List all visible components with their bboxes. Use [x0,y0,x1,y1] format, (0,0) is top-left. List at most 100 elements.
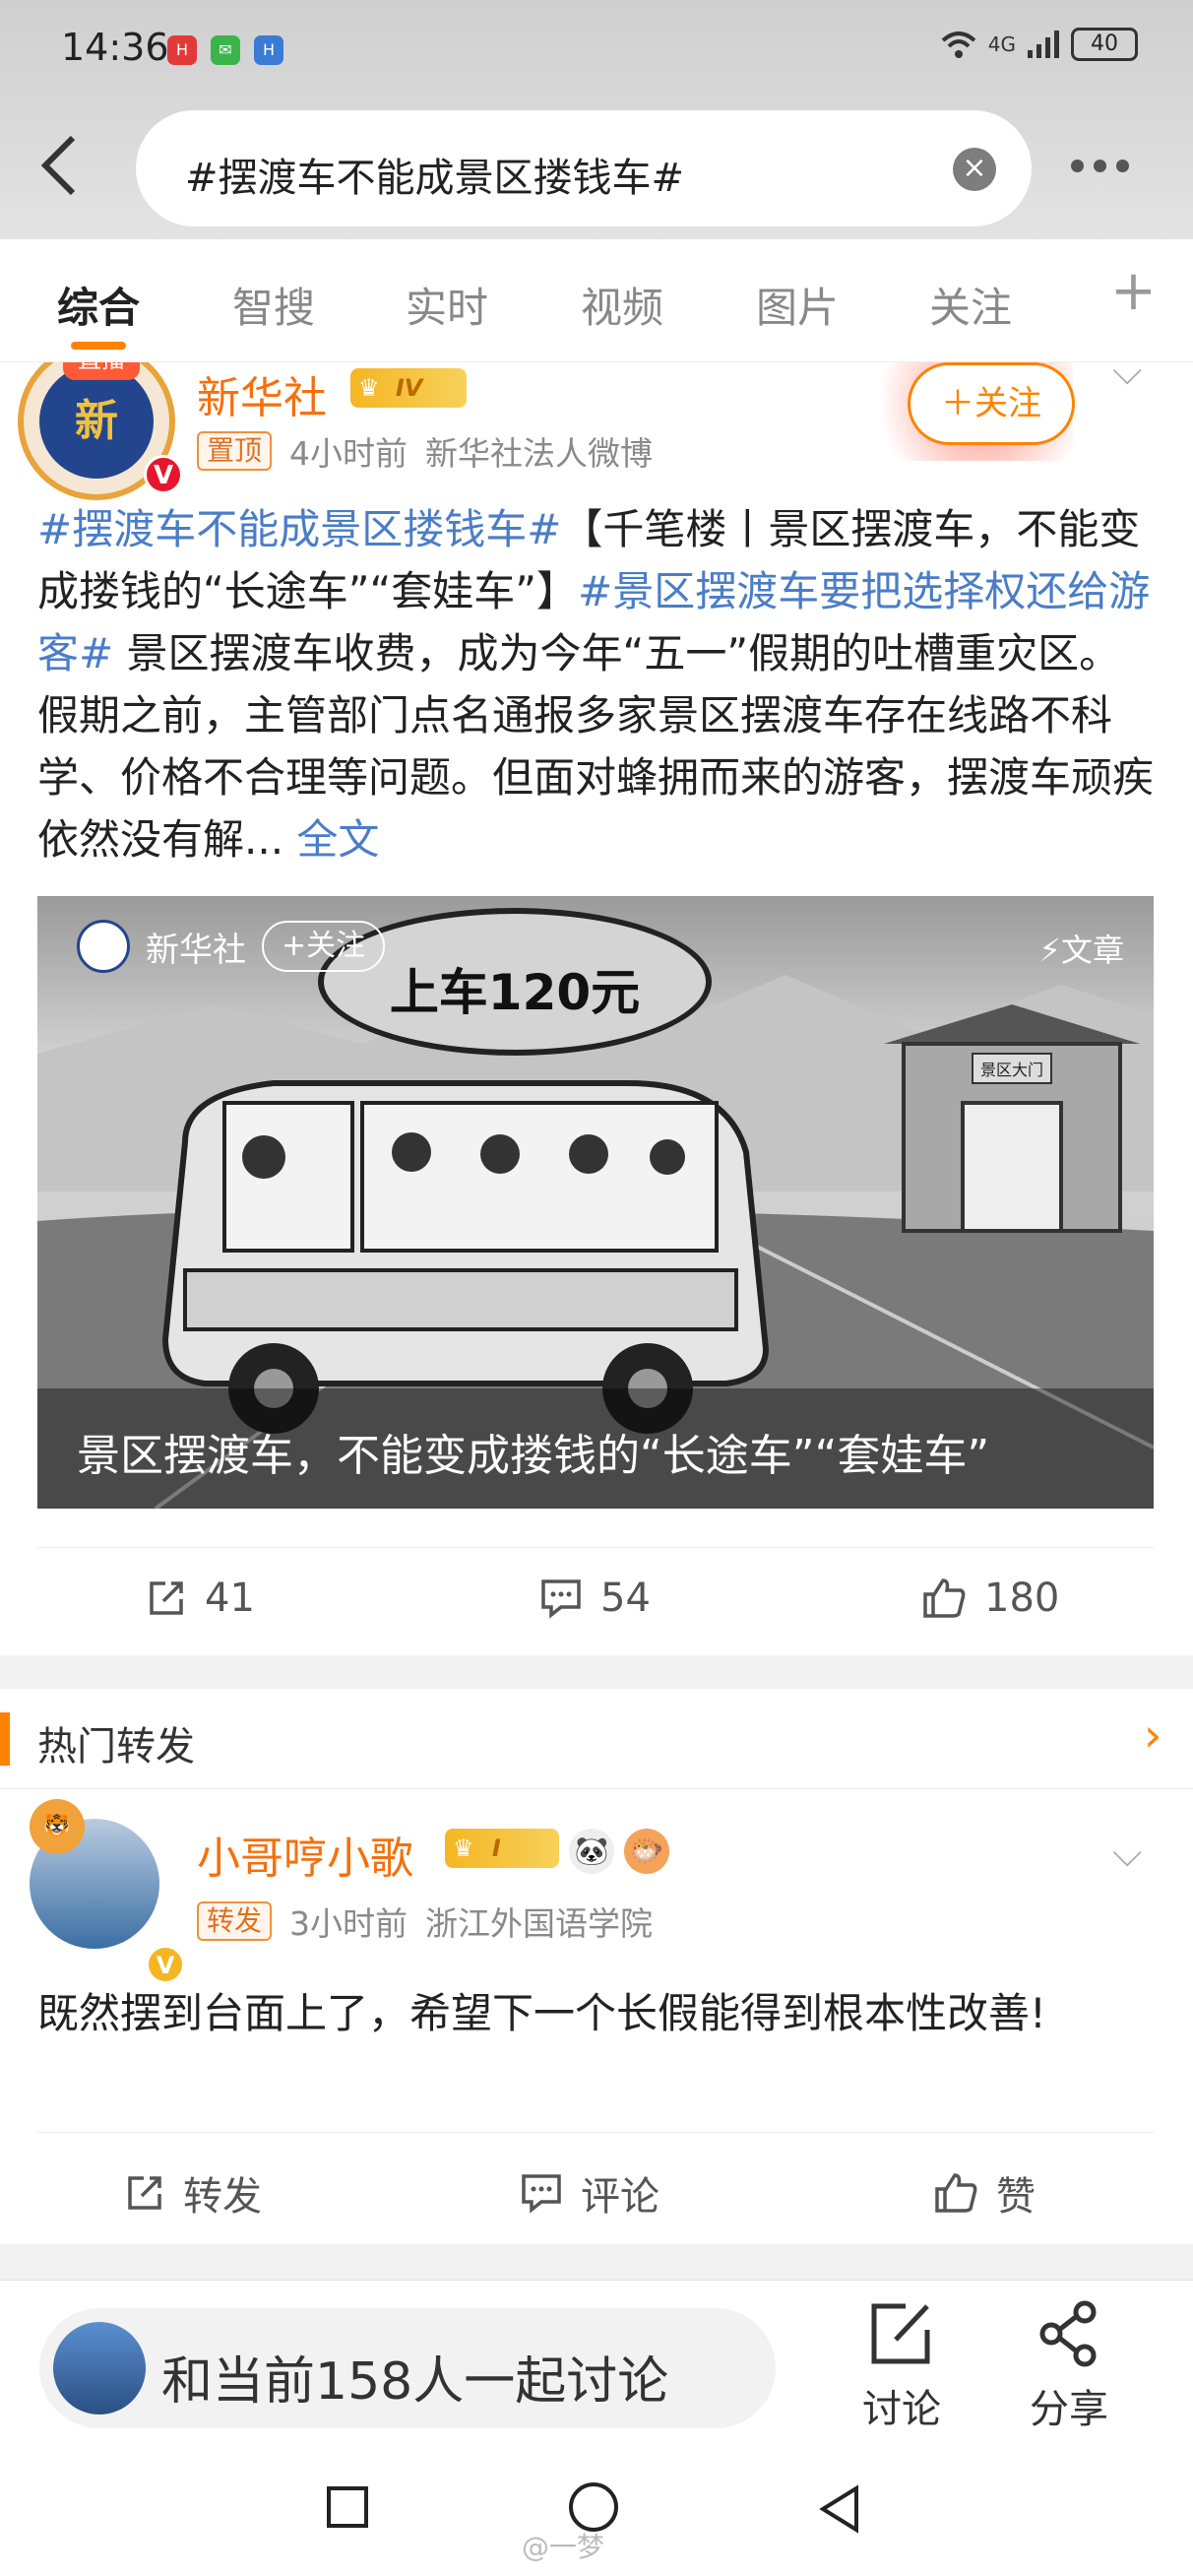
card-follow-button[interactable]: +关注 [262,921,386,972]
tab-comprehensive[interactable]: 综合 [57,275,140,335]
more-options-icon[interactable] [1071,160,1129,172]
level-badge: ♛ IV [350,368,467,408]
huawei-app-icon: H [167,35,197,65]
lightning-icon: ⚡ [1038,932,1061,969]
share-label: 分享 [1030,2387,1108,2432]
post-body: #摆渡车不能成景区搂钱车#【千笔楼丨景区摆渡车，不能变成搂钱的“长途车”“套娃车… [37,498,1160,870]
verified-badge-icon: V [144,455,183,494]
chevron-down-icon[interactable]: ⌵ [1112,362,1142,394]
discuss-prompt: 和当前158人一起讨论 [161,2352,669,2412]
post-body: 既然摆到台面上了，希望下一个长假能得到根本性改善! [37,1989,1046,2037]
edit-icon [871,2303,930,2364]
repost-button[interactable]: 41 [146,1576,255,1621]
recent-apps-button[interactable] [325,2484,370,2534]
crown-icon: ♛ [358,374,380,402]
comment-count: 54 [600,1576,651,1621]
card-source: 新华社 +关注 [77,920,386,973]
chevron-down-icon[interactable]: ⌵ [1112,1831,1142,1876]
thumbs-up-icon [923,1578,966,1618]
tab-realtime[interactable]: 实时 [406,275,488,335]
xinhua-logo-icon: 新 [39,364,154,479]
post-source: 新华社法人微博 [425,434,654,473]
bottom-bar: 和当前158人一起讨论 讨论 分享 [0,2280,1193,2447]
comment-icon [522,2174,561,2214]
repost-icon [150,1581,183,1615]
follow-button[interactable]: ＋关注 [908,362,1075,445]
tab-video[interactable]: 视频 [581,275,663,335]
hashtag-link[interactable]: #摆渡车不能成景区搂钱车# [37,505,561,553]
post-time: 4小时前 [289,434,408,473]
tab-following[interactable]: 关注 [929,275,1012,335]
header: 14:36 H ✉ H 4G 40 #摆渡车不能成景区搂钱车# × [0,0,1193,239]
pufferfish-icon: 🐡 [624,1829,669,1874]
post-time: 3小时前 [289,1904,408,1943]
repost-button[interactable]: 转发 [124,2164,262,2222]
comment-icon [541,1579,581,1619]
full-text-link[interactable]: 全文 [296,815,379,864]
comment-button[interactable]: 评论 [520,2164,659,2222]
tiger-sticker-icon: 🐯 [30,1799,85,1854]
search-input[interactable]: #摆渡车不能成景区搂钱车# × [136,110,1032,226]
weibo-post: 新 直播 V 新华社 ♛ IV ＋关注 ⌵ 置顶 4小时前 新华社法人微博 #摆… [0,362,1193,1655]
discuss-input[interactable]: 和当前158人一起讨论 [39,2308,776,2428]
author-name[interactable]: 小哥哼小歌 [197,1823,413,1886]
watermark: @一梦 [522,2531,605,2563]
topic-avatar [53,2322,146,2415]
wechat-icon: ✉ [211,35,240,65]
discuss-label: 讨论 [862,2387,941,2432]
gate-sign: 景区大门 [980,1061,1043,1079]
share-icon [1039,2300,1097,2367]
nav-back-button[interactable] [817,2484,862,2538]
xinhua-logo-icon [77,920,130,973]
share-button[interactable]: 分享 [1010,2300,1128,2434]
author-name[interactable]: 新华社 [197,362,327,425]
post-meta: 转发 3小时前 浙江外国语学院 [197,1898,653,1945]
triangle-back-icon [819,2484,858,2534]
repost-count: 41 [205,1576,255,1621]
article-type-label: ⚡文章 [1038,932,1124,969]
live-badge: 直播 [63,362,140,380]
clear-search-icon[interactable]: × [953,148,996,191]
section-marker [0,1712,10,1766]
level-badge: ♛ I [445,1829,559,1868]
article-card[interactable]: 景区大门 上车120元 新华社 +关注 ⚡文章 景区摆渡车，不能变成搂钱的“长途… [37,896,1154,1509]
hot-reposts-title: 热门转发 [37,1724,195,1770]
tab-images[interactable]: 图片 [756,275,839,335]
crown-icon: ♛ [453,1835,474,1862]
panda-icon: 🐼 [569,1829,614,1874]
status-icons: 4G 40 [939,28,1138,61]
app-notification-icon: H [254,35,283,65]
app-screen: 14:36 H ✉ H 4G 40 #摆渡车不能成景区搂钱车# × 综合 智搜 … [0,0,1193,2576]
avatar[interactable]: 新 直播 V [18,362,183,500]
section-divider [0,1655,1193,1689]
post-text: 景区摆渡车收费，成为今年“五一”假期的吐槽重灾区。假期之前，主管部门点名通报多家… [37,629,1155,864]
post-source: 浙江外国语学院 [425,1904,654,1943]
status-bar: 14:36 H ✉ H 4G 40 [0,0,1193,98]
signal-icon [1028,31,1059,58]
post-meta: 置顶 4小时前 新华社法人微博 [197,427,653,475]
verified-badge-icon: V [146,1945,185,1984]
discuss-button[interactable]: 讨论 [843,2300,961,2434]
add-tab-icon[interactable]: + [1110,259,1157,323]
tab-smart-search[interactable]: 智搜 [232,275,315,335]
search-row: #摆渡车不能成景区搂钱车# × [0,106,1193,228]
like-button[interactable]: 180 [921,1576,1059,1621]
active-tab-indicator [71,342,126,350]
clock: 14:36 [61,26,169,69]
section-divider [0,2244,1193,2280]
hot-reposts-header[interactable]: 热门转发 › [0,1689,1193,1789]
search-query: #摆渡车不能成景区搂钱车# [185,156,685,201]
square-icon [327,2486,368,2528]
post-actions: 41 54 180 [37,1547,1154,1655]
repost-icon [128,2176,161,2210]
card-source-name: 新华社 [146,930,246,970]
pinned-badge: 置顶 [197,431,273,471]
back-arrow-icon [40,135,76,196]
thumbs-up-icon [935,2173,977,2213]
back-button[interactable] [39,134,79,201]
like-count: 180 [984,1576,1060,1621]
chevron-right-icon: › [1144,1708,1162,1762]
repost-item: V 🐯 小哥哼小歌 ♛ I 🐼 🐡 ⌵ 转发 3小时前 浙江外国语学院 既然摆到… [0,1789,1193,2244]
comment-button[interactable]: 54 [539,1576,651,1621]
like-button[interactable]: 赞 [933,2164,1036,2222]
